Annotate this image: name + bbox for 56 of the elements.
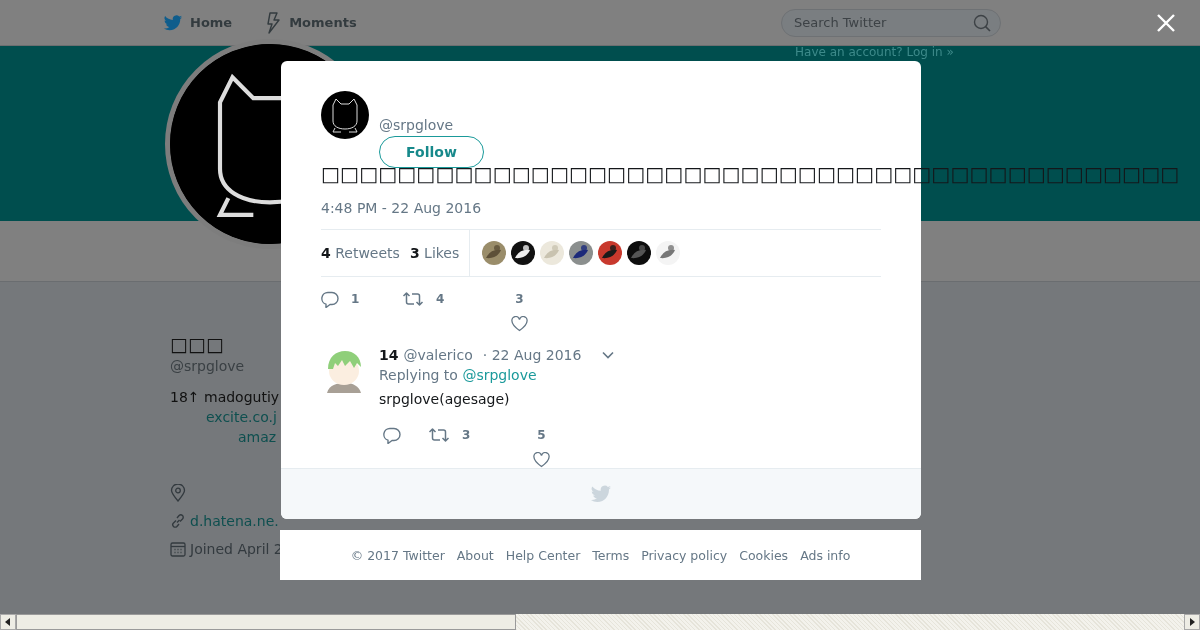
retweet-icon: [402, 291, 424, 307]
speech-bubble-icon: [321, 290, 339, 308]
footer-link[interactable]: Help Center: [505, 547, 581, 563]
footer-link[interactable]: Privacy policy: [641, 547, 728, 563]
tweet-timestamp: 4:48 PM - 22 Aug 2016: [321, 199, 482, 218]
tweet-date[interactable]: · 22 Aug 2016: [482, 347, 582, 363]
retweet-icon: [428, 427, 450, 443]
nav-link[interactable]: Home: [163, 12, 233, 33]
profile-name: □□□: [170, 332, 224, 356]
footer-link[interactable]: Terms: [592, 547, 630, 563]
retweet-button[interactable]: 4: [402, 289, 511, 309]
copyright-text: © 2017 Twitter: [350, 547, 445, 563]
footer-link[interactable]: About: [456, 547, 494, 563]
user-handle[interactable]: @valerico: [403, 347, 473, 363]
scroll-left-button[interactable]: [0, 614, 16, 630]
bio-text: 18↑ madogutiy: [170, 388, 280, 407]
bird-icon: [590, 483, 612, 505]
heart-icon: [533, 452, 550, 468]
user-handle[interactable]: @srpglove: [379, 117, 454, 133]
link-icon: [170, 513, 186, 529]
heart-icon: [511, 316, 528, 332]
footer-link[interactable]: Cookies: [739, 547, 789, 563]
retweet-button[interactable]: 3: [428, 425, 533, 445]
profile-handle: @srpglove: [170, 357, 245, 376]
scrollbar-thumb[interactable]: [16, 614, 516, 630]
reply-button[interactable]: 1: [321, 289, 402, 309]
chevron-down-icon[interactable]: [601, 350, 616, 360]
avatar[interactable]: [511, 241, 536, 265]
avatar[interactable]: [482, 241, 507, 265]
likes-link[interactable]: 3 Likes: [409, 245, 460, 261]
search-icon[interactable]: [973, 13, 991, 32]
bird-icon: [163, 12, 183, 33]
location-pin-icon: [170, 484, 186, 502]
search-field[interactable]: Search Twitter: [781, 8, 1001, 37]
avatar[interactable]: [598, 241, 623, 265]
reply-text: srpglove(agesage): [379, 390, 510, 409]
follow-button[interactable]: Follow: [379, 136, 484, 168]
avatar[interactable]: [569, 241, 594, 265]
replying-to-text: Replying to @srpglove: [379, 366, 537, 385]
left-arrow-icon: [5, 618, 11, 626]
user-name[interactable]: 14: [379, 347, 399, 363]
scroll-right-button[interactable]: [1184, 614, 1200, 630]
nav-link[interactable]: Moments: [264, 11, 357, 34]
retweets-link[interactable]: 4 Retweets: [321, 245, 400, 261]
avatar[interactable]: [321, 91, 369, 139]
speech-bubble-icon: [383, 426, 401, 444]
like-button[interactable]: 5: [533, 425, 550, 468]
close-icon[interactable]: [1156, 13, 1176, 33]
avatar[interactable]: [627, 241, 652, 265]
right-arrow-icon: [1189, 618, 1195, 626]
calendar-icon: [170, 541, 186, 557]
footer-link[interactable]: Ads info: [800, 547, 851, 563]
login-prompt[interactable]: Have an account? Log in »: [795, 46, 954, 59]
lightning-icon: [264, 11, 283, 34]
mention-link[interactable]: @srpglove: [462, 367, 537, 383]
like-button[interactable]: 3: [511, 289, 528, 332]
